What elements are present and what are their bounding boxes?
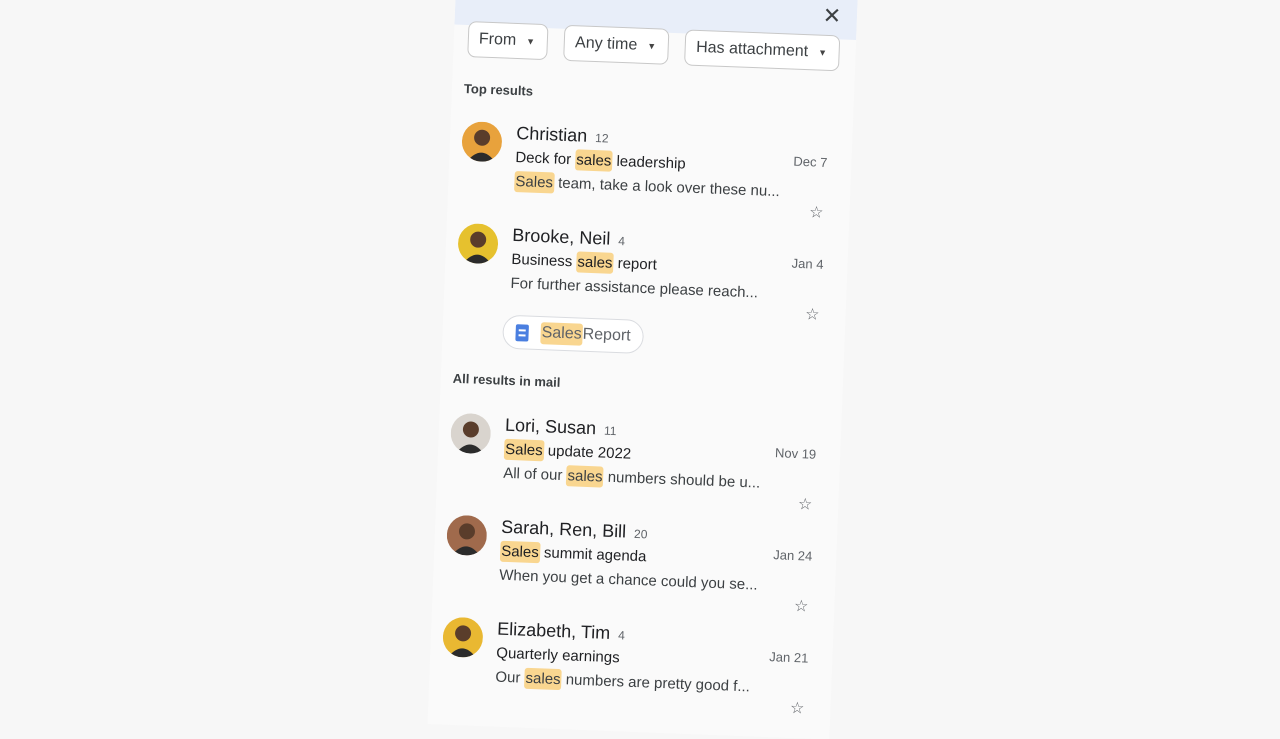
thread-count: 20: [633, 526, 648, 542]
mail-subject: Sales update 2022: [503, 438, 632, 463]
mail-date: Jan 21: [769, 649, 809, 666]
sender-name: Brooke, Neil: [512, 224, 611, 249]
star-icon[interactable]: ☆: [790, 698, 805, 719]
mail-subject: Quarterly earnings: [496, 645, 620, 667]
subject-text: leadership: [612, 152, 687, 173]
snippet-text: team, take a look over these nu...: [553, 174, 781, 201]
snippet-text: Our: [495, 668, 525, 687]
mail-list-item[interactable]: Elizabeth, Tim 4 Jan 21 Quarterly earnings O…: [428, 612, 834, 727]
thread-count: 12: [594, 131, 609, 146]
avatar: [446, 514, 488, 557]
search-highlight: Sales: [499, 540, 541, 564]
sender-line: Sarah, Ren, Bill 20: [501, 517, 648, 544]
filter-chip-label: Has attachment: [695, 38, 809, 61]
search-highlight: Sales: [540, 322, 584, 346]
mail-snippet: When you get a chance could you se...: [499, 567, 758, 594]
attachment-name: Report: [582, 325, 631, 345]
thread-count: 4: [617, 628, 626, 643]
filter-chip-has-attachment[interactable]: Has attachment ▼: [684, 29, 841, 72]
mail-subject: Sales summit agenda: [499, 540, 647, 566]
caret-down-icon: ▼: [817, 47, 828, 58]
search-highlight: sales: [524, 667, 562, 691]
section-label-all-results: All results in mail: [452, 370, 561, 390]
thread-count: 4: [618, 234, 626, 249]
mail-subject: Business sales report: [511, 251, 657, 274]
snippet-text: When you get a chance could you se...: [499, 566, 758, 594]
subject-text: Deck for: [515, 149, 576, 169]
sender-name: Lori, Susan: [504, 414, 597, 439]
star-icon[interactable]: ☆: [809, 202, 824, 223]
search-results-screen: ✕ From ▼ Any time ▼ Has attachment ▼ To …: [427, 0, 858, 739]
mail-list-item[interactable]: Lori, Susan 11 Nov 19 Sales update 2022 All …: [436, 408, 842, 523]
sender-name: Elizabeth, Tim: [496, 618, 611, 643]
subject-text: Quarterly earnings: [496, 644, 620, 667]
subject-text: Business: [511, 250, 577, 271]
star-icon[interactable]: ☆: [794, 596, 809, 617]
avatar: [457, 222, 499, 265]
search-highlight: Sales: [514, 170, 555, 194]
snippet-text: numbers are pretty good f...: [561, 671, 751, 696]
filter-chip-label: Any time: [574, 34, 638, 54]
sender-name: Sarah, Ren, Bill: [500, 516, 627, 542]
mail-snippet: Sales team, take a look over these nu...: [514, 170, 781, 201]
mail-date: Jan 24: [772, 547, 813, 564]
search-highlight: sales: [574, 149, 613, 172]
mail-subject: Deck for sales leadership: [515, 149, 686, 173]
mail-snippet: All of our sales numbers should be u...: [503, 465, 761, 492]
mail-list-item[interactable]: Christian 12 Dec 7 Deck for sales leadershi…: [447, 116, 853, 231]
search-highlight: Sales: [503, 438, 545, 462]
filter-chip-any-time[interactable]: Any time ▼: [563, 24, 670, 65]
sender-name: Christian: [515, 123, 588, 146]
snippet-text: numbers should be u...: [603, 468, 761, 492]
mail-date: Nov 19: [774, 445, 817, 462]
avatar: [461, 120, 503, 163]
avatar: [449, 412, 492, 455]
star-icon[interactable]: ☆: [805, 304, 820, 325]
mail-list-item[interactable]: Brooke, Neil 4 Jan 4 Business sales report F…: [443, 218, 849, 355]
filter-chip-from[interactable]: From ▼: [467, 21, 549, 61]
section-label-top-results: Top results: [463, 80, 534, 99]
snippet-text: For further assistance please reach...: [510, 274, 759, 302]
mail-list-item[interactable]: Sarah, Ren, Bill 20 Jan 24 Sales summit age…: [432, 510, 838, 625]
subject-text: report: [613, 254, 658, 274]
caret-down-icon: ▼: [647, 40, 657, 52]
star-icon[interactable]: ☆: [798, 494, 813, 515]
mail-snippet: Our sales numbers are pretty good f...: [495, 667, 751, 696]
mail-date: Dec 7: [793, 153, 828, 170]
filter-chip-label: From: [478, 30, 517, 49]
sender-line: Elizabeth, Tim 4: [497, 619, 625, 645]
sender-line: Lori, Susan 11: [505, 415, 617, 440]
sender-line: Christian 12: [516, 123, 609, 148]
caret-down-icon: ▼: [525, 36, 536, 47]
filter-chip-to[interactable]: To: [855, 36, 858, 74]
mail-snippet: For further assistance please reach...: [510, 275, 758, 301]
subject-text: update 2022: [543, 442, 632, 463]
search-highlight: sales: [576, 251, 614, 274]
snippet-text: All of our: [502, 464, 567, 485]
mail-date: Jan 4: [791, 255, 824, 272]
sender-line: Brooke, Neil 4: [512, 225, 625, 250]
search-highlight: sales: [566, 465, 604, 488]
thread-count: 11: [603, 423, 617, 439]
attachment-chip[interactable]: Sales Report: [502, 314, 645, 355]
document-icon: [515, 323, 529, 342]
avatar: [442, 616, 484, 659]
close-icon[interactable]: ✕: [821, 3, 844, 29]
subject-text: summit agenda: [539, 544, 647, 566]
